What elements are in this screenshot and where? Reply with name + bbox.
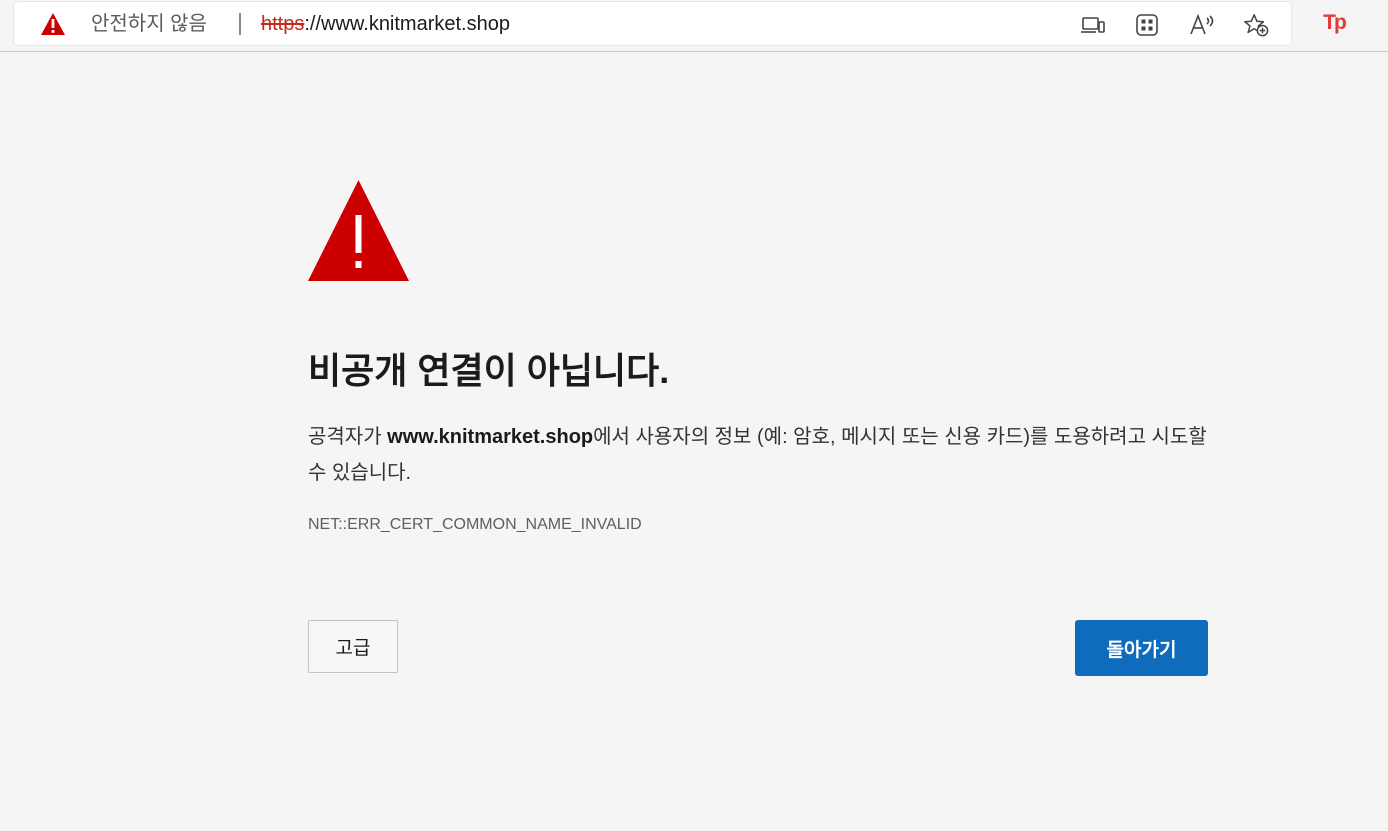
browser-toolbar: 안전하지 않음 https://www.knitmarket.shop Tp	[0, 0, 1388, 52]
description-prefix: 공격자가	[308, 426, 388, 448]
read-aloud-icon[interactable]	[1189, 12, 1215, 38]
security-status-label[interactable]: 안전하지 않음	[91, 12, 207, 36]
error-code: NET::ERR_CERT_COMMON_NAME_INVALID	[308, 516, 642, 533]
advanced-button[interactable]: 고급	[308, 620, 398, 673]
error-description: 공격자가 www.knitmarket.shop에서 사용자의 정보 (예: 암…	[308, 419, 1208, 491]
url-text[interactable]: https://www.knitmarket.shop	[261, 12, 510, 36]
go-back-button[interactable]: 돌아가기	[1075, 620, 1208, 676]
profile-tp-icon[interactable]: Tp	[1320, 9, 1348, 37]
add-favorite-icon[interactable]	[1243, 12, 1269, 38]
address-bar[interactable]: 안전하지 않음 https://www.knitmarket.shop	[14, 2, 1291, 45]
page-title: 비공개 연결이 아닙니다.	[308, 350, 670, 391]
description-host: www.knitmarket.shop	[387, 426, 594, 448]
url-scheme: https	[261, 13, 305, 35]
warning-triangle-icon[interactable]	[40, 12, 66, 36]
devices-icon[interactable]	[1080, 12, 1106, 38]
warning-triangle-large-icon	[307, 179, 410, 282]
url-host: ://www.knitmarket.shop	[304, 13, 510, 35]
url-separator	[239, 13, 241, 35]
apps-icon[interactable]	[1134, 12, 1160, 38]
